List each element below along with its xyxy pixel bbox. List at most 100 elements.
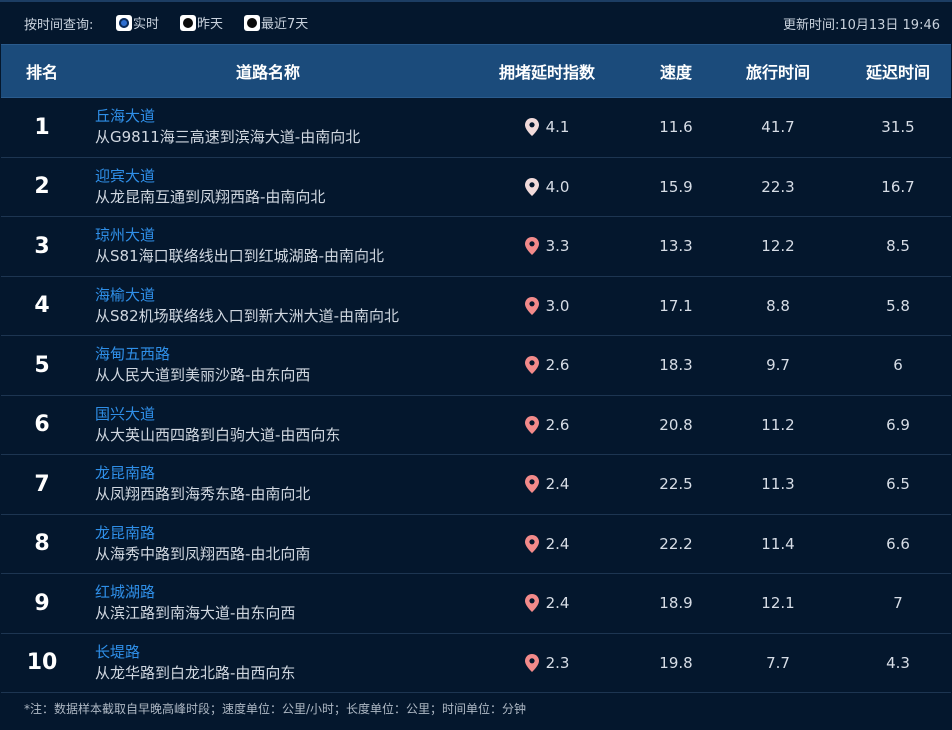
road-segment-description: 从S81海口联络线出口到红城湖路-由南向北: [95, 247, 385, 266]
delay-time-value: 7: [893, 594, 903, 613]
radio-yesterday[interactable]: [180, 14, 196, 31]
location-pin-icon: [524, 177, 539, 196]
delay-time-value: 5.8: [886, 296, 910, 315]
road-segment-description: 从G9811海三高速到滨海大道-由南向北: [95, 128, 361, 147]
road-segment-description: 从龙华路到白龙北路-由西向东: [95, 663, 296, 682]
travel-time-value: 8.8: [766, 296, 790, 315]
delay-time-value: 8.5: [886, 237, 910, 256]
road-cell: 龙昆南路 从海秀中路到凤翔西路-由北向南: [83, 523, 453, 565]
delay-time-value: 4.3: [886, 653, 910, 672]
table-body: 1 丘海大道 从G9811海三高速到滨海大道-由南向北 4.1 11.6 41.…: [1, 98, 951, 693]
congestion-index-cell: 2.4: [453, 594, 641, 613]
rank-number: 5: [34, 352, 50, 378]
congestion-index-value: 4.1: [545, 118, 570, 137]
congestion-index-value: 4.0: [545, 177, 570, 196]
road-cell: 海甸五西路 从人民大道到美丽沙路-由东向西: [83, 344, 453, 386]
location-pin-icon: [524, 653, 539, 672]
time-query-label: 按时间查询:: [24, 18, 94, 33]
road-segment-description: 从人民大道到美丽沙路-由东向西: [95, 366, 311, 385]
travel-time-value: 11.2: [761, 415, 795, 434]
update-time: 更新时间:10月13日 19:46: [782, 18, 940, 33]
congestion-index-value: 3.3: [545, 237, 570, 256]
rank-number: 9: [34, 590, 50, 616]
road-name-link[interactable]: 国兴大道: [95, 404, 453, 424]
table-row: 4 海榆大道 从S82机场联络线入口到新大洲大道-由南向北 3.0 17.1 8…: [1, 277, 951, 336]
option-last7days-label[interactable]: 最近7天: [261, 13, 308, 32]
rank-number: 8: [34, 531, 50, 557]
delay-time-value: 6: [893, 356, 903, 375]
travel-time-value: 41.7: [761, 118, 795, 137]
travel-time-value: 9.7: [766, 356, 790, 375]
filter-bar: 按时间查询: 实时 昨天 最近7天 更新时间:10月13日 19:46: [0, 0, 952, 44]
speed-value: 15.9: [659, 177, 693, 196]
radio-last7days[interactable]: [244, 14, 260, 31]
road-cell: 琼州大道 从S81海口联络线出口到红城湖路-由南向北: [83, 225, 453, 267]
header-speed: 速度: [659, 63, 692, 82]
table-row: 6 国兴大道 从大英山西四路到白驹大道-由西向东 2.6 20.8 11.2 6…: [1, 396, 951, 455]
table-row: 3 琼州大道 从S81海口联络线出口到红城湖路-由南向北 3.3 13.3 12…: [1, 217, 951, 277]
congestion-index-cell: 2.6: [453, 356, 641, 375]
congestion-index-value: 2.4: [545, 475, 570, 494]
congestion-index-cell: 4.1: [453, 118, 641, 137]
speed-value: 18.9: [659, 594, 693, 613]
header-rank: 排名: [25, 63, 58, 82]
location-pin-icon: [524, 296, 539, 315]
road-cell: 丘海大道 从G9811海三高速到滨海大道-由南向北: [83, 106, 453, 148]
road-cell: 海榆大道 从S82机场联络线入口到新大洲大道-由南向北: [83, 285, 453, 327]
header-travel-time: 旅行时间: [745, 63, 810, 82]
option-yesterday-label[interactable]: 昨天: [197, 13, 223, 32]
road-name-link[interactable]: 海榆大道: [95, 285, 453, 305]
header-road-name: 道路名称: [235, 63, 300, 82]
table-row: 1 丘海大道 从G9811海三高速到滨海大道-由南向北 4.1 11.6 41.…: [1, 98, 951, 158]
road-name-link[interactable]: 丘海大道: [95, 106, 453, 126]
delay-time-value: 31.5: [881, 118, 915, 137]
location-pin-icon: [524, 415, 539, 434]
rank-number: 1: [34, 114, 50, 140]
radio-realtime[interactable]: [116, 14, 132, 31]
road-name-link[interactable]: 长堤路: [95, 642, 453, 662]
table-row: 7 龙昆南路 从凤翔西路到海秀东路-由南向北 2.4 22.5 11.3 6.5: [1, 455, 951, 515]
road-segment-description: 从龙昆南互通到凤翔西路-由南向北: [95, 187, 326, 206]
rank-number: 2: [34, 174, 50, 200]
speed-value: 19.8: [659, 653, 693, 672]
option-realtime-label[interactable]: 实时: [133, 13, 159, 32]
congestion-index-cell: 4.0: [453, 177, 641, 196]
road-name-link[interactable]: 迎宾大道: [95, 166, 453, 186]
travel-time-value: 7.7: [766, 653, 790, 672]
option-realtime[interactable]: 实时: [116, 13, 159, 32]
road-cell: 红城湖路 从滨江路到南海大道-由东向西: [83, 582, 453, 624]
congestion-index-cell: 2.6: [453, 415, 641, 434]
road-name-link[interactable]: 红城湖路: [95, 582, 453, 602]
location-pin-icon: [524, 118, 539, 137]
delay-time-value: 16.7: [881, 177, 915, 196]
table-row: 9 红城湖路 从滨江路到南海大道-由东向西 2.4 18.9 12.1 7: [1, 574, 951, 634]
rank-number: 3: [34, 233, 50, 259]
road-name-link[interactable]: 龙昆南路: [95, 523, 453, 543]
road-cell: 龙昆南路 从凤翔西路到海秀东路-由南向北: [83, 463, 453, 505]
speed-value: 22.5: [659, 475, 693, 494]
location-pin-icon: [524, 534, 539, 553]
road-segment-description: 从凤翔西路到海秀东路-由南向北: [95, 485, 311, 504]
road-cell: 国兴大道 从大英山西四路到白驹大道-由西向东: [83, 404, 453, 446]
travel-time-value: 11.3: [761, 475, 795, 494]
location-pin-icon: [524, 356, 539, 375]
delay-time-value: 6.6: [886, 534, 910, 553]
header-congestion-index: 拥堵延时指数: [498, 63, 595, 82]
table-row: 2 迎宾大道 从龙昆南互通到凤翔西路-由南向北 4.0 15.9 22.3 16…: [1, 158, 951, 217]
road-segment-description: 从滨江路到南海大道-由东向西: [95, 604, 296, 623]
road-name-link[interactable]: 龙昆南路: [95, 463, 453, 483]
congestion-index-value: 2.3: [545, 653, 570, 672]
location-pin-icon: [524, 594, 539, 613]
travel-time-value: 11.4: [761, 534, 795, 553]
road-name-link[interactable]: 琼州大道: [95, 225, 453, 245]
option-yesterday[interactable]: 昨天: [180, 13, 223, 32]
delay-time-value: 6.9: [886, 415, 910, 434]
congestion-index-value: 2.4: [545, 594, 570, 613]
location-pin-icon: [524, 237, 539, 256]
speed-value: 11.6: [659, 118, 693, 137]
option-last7days[interactable]: 最近7天: [244, 13, 308, 32]
rank-number: 7: [34, 471, 50, 497]
road-name-link[interactable]: 海甸五西路: [95, 344, 453, 364]
congestion-index-cell: 3.3: [453, 237, 641, 256]
road-segment-description: 从大英山西四路到白驹大道-由西向东: [95, 425, 341, 444]
